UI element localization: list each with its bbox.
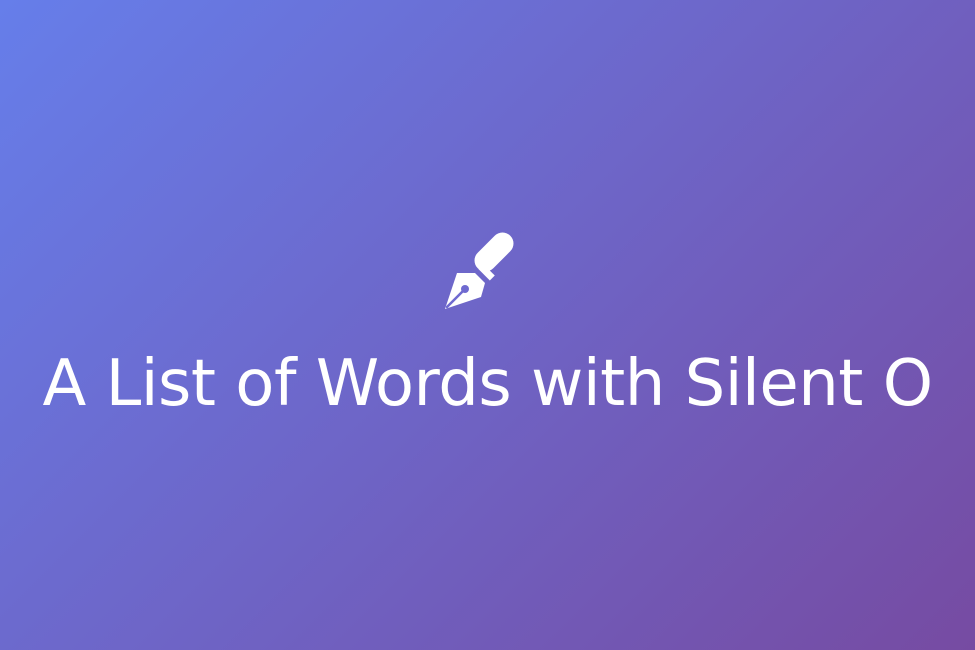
hero-banner: A List of Words with Silent O <box>0 0 975 650</box>
page-title: A List of Words with Silent O <box>42 347 933 421</box>
fountain-pen-icon <box>441 221 535 315</box>
